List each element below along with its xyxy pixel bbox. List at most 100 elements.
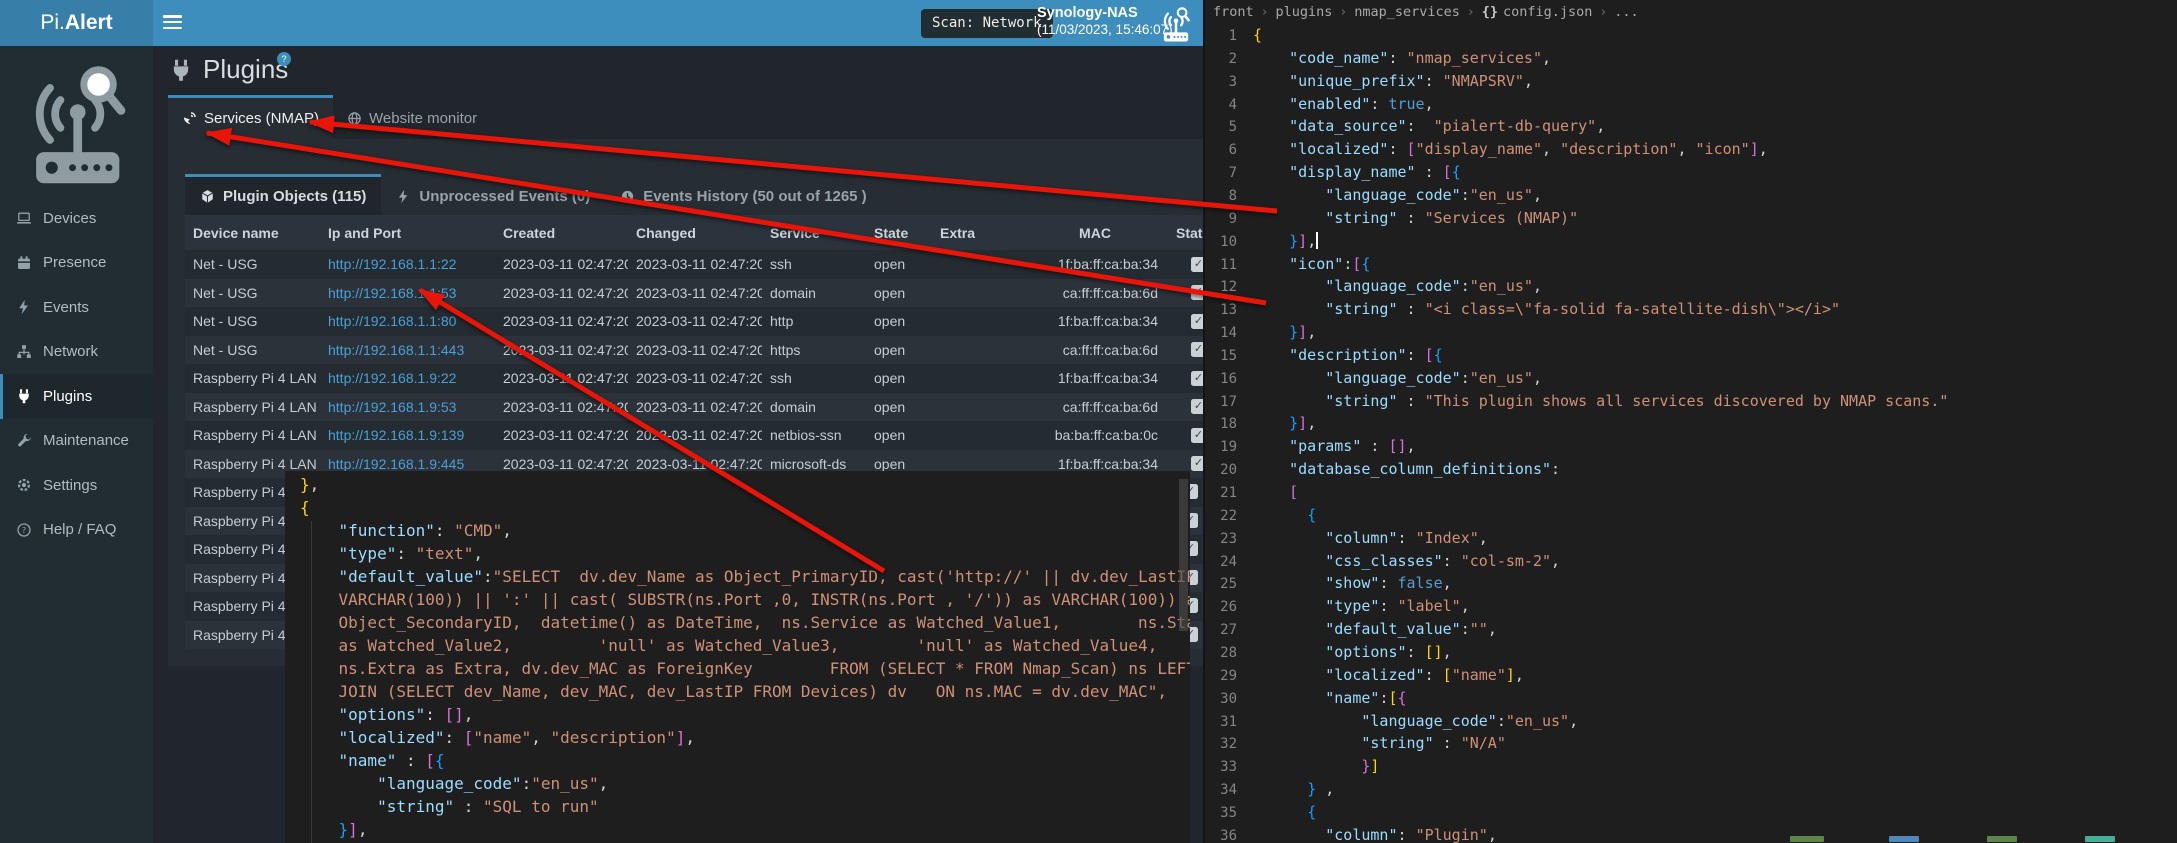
column-header-state[interactable]: State bbox=[866, 215, 932, 250]
sidebar-item-devices[interactable]: Devices bbox=[0, 196, 153, 241]
code-line: "language_code":"en_us", bbox=[300, 772, 1190, 795]
config-code-overlay: },{ "function": "CMD", "type": "text", "… bbox=[285, 471, 1190, 843]
code-line: 3 "unique_prefix": "NMAPSRV", bbox=[1205, 70, 2177, 93]
code-line: 11 "icon":[{ bbox=[1205, 253, 2177, 276]
table-row[interactable]: Net - USGhttp://192.168.1.1:532023-03-11… bbox=[185, 279, 1205, 308]
device-info: Synology-NAS (11/03/2023, 15:46:07) bbox=[1037, 5, 1173, 38]
tab-services-nmap[interactable]: Services (NMAP) bbox=[168, 95, 333, 139]
cell-service: domain bbox=[762, 393, 866, 422]
cell-mac: ba:ba:ff:ca:ba:0c bbox=[1022, 421, 1168, 450]
ip-port-link[interactable]: http://192.168.1.9:139 bbox=[328, 427, 464, 443]
code-line: 20 "database_column_definitions": bbox=[1205, 458, 2177, 481]
breadcrumb-item[interactable]: front bbox=[1213, 4, 1254, 20]
ip-port-link[interactable]: http://192.168.1.1:443 bbox=[328, 342, 464, 358]
cell-state: open bbox=[866, 421, 932, 450]
table-row[interactable]: Raspberry Pi 4 LANhttp://192.168.1.9:532… bbox=[185, 393, 1205, 422]
code-line: 27 "default_value":"", bbox=[1205, 618, 2177, 641]
line-number: 1 bbox=[1205, 25, 1253, 48]
column-header-extra[interactable]: Extra bbox=[932, 215, 1022, 250]
code-line: 17 "string" : "This plugin shows all ser… bbox=[1205, 390, 2177, 413]
code-line: Object_SecondaryID, datetime() as DateTi… bbox=[300, 611, 1190, 634]
column-header-status[interactable]: Status bbox=[1168, 215, 1205, 250]
cell-created: 2023-03-11 02:47:20 bbox=[495, 421, 628, 450]
sidebar-item-presence[interactable]: Presence bbox=[0, 241, 153, 286]
line-number: 19 bbox=[1205, 436, 1253, 459]
table-row[interactable]: Net - USGhttp://192.168.1.1:222023-03-11… bbox=[185, 250, 1205, 279]
line-number: 16 bbox=[1205, 368, 1253, 391]
cell-status: ✓ bbox=[1168, 250, 1205, 279]
page-title-text: Plugins bbox=[203, 54, 288, 85]
ip-port-link[interactable]: http://192.168.1.9:22 bbox=[328, 370, 456, 386]
clipped-line-fragment bbox=[1987, 836, 2017, 842]
overlay-scrollbar[interactable] bbox=[1179, 479, 1188, 631]
brand-logo[interactable]: Pi.Alert bbox=[0, 0, 153, 46]
line-number: 30 bbox=[1205, 688, 1253, 711]
cell-state: open bbox=[866, 250, 932, 279]
ip-port-link[interactable]: http://192.168.1.1:22 bbox=[328, 256, 456, 272]
sidebar-item-help-faq[interactable]: ?Help / FAQ bbox=[0, 508, 153, 553]
table-row[interactable]: Raspberry Pi 4 LANhttp://192.168.1.9:139… bbox=[185, 421, 1205, 450]
ip-port-link[interactable]: http://192.168.1.1:80 bbox=[328, 313, 456, 329]
table-row[interactable]: Net - USGhttp://192.168.1.1:802023-03-11… bbox=[185, 307, 1205, 336]
line-number: 32 bbox=[1205, 733, 1253, 756]
chevron-right-icon: › bbox=[1599, 5, 1607, 20]
table-row[interactable]: Net - USGhttp://192.168.1.1:4432023-03-1… bbox=[185, 336, 1205, 365]
hamburger-menu-icon[interactable] bbox=[163, 15, 182, 30]
breadcrumb-item[interactable]: nmap_services bbox=[1354, 4, 1460, 20]
breadcrumb-item[interactable]: {}config.json bbox=[1482, 4, 1593, 20]
chevron-right-icon: › bbox=[1339, 5, 1347, 20]
sidebar-item-plugins[interactable]: Plugins bbox=[0, 374, 153, 419]
table-row[interactable]: Raspberry Pi 4 LANhttp://192.168.1.9:222… bbox=[185, 364, 1205, 393]
cell-extra bbox=[932, 250, 1022, 279]
code-line: "default_value":"SELECT dv.dev_Name as O… bbox=[300, 565, 1190, 588]
column-header-ip-and-port[interactable]: Ip and Port bbox=[320, 215, 495, 250]
sitemap-icon bbox=[13, 344, 35, 360]
sidebar-item-settings[interactable]: Settings bbox=[0, 463, 153, 508]
help-badge[interactable]: ? bbox=[277, 52, 291, 66]
code-line: 9 "string" : "Services (NMAP)" bbox=[1205, 207, 2177, 230]
code-line: 15 "description": [{ bbox=[1205, 344, 2177, 367]
line-number: 31 bbox=[1205, 711, 1253, 734]
cell-created: 2023-03-11 02:47:20 bbox=[495, 279, 628, 308]
ip-port-link[interactable]: http://192.168.1.1:53 bbox=[328, 285, 456, 301]
pialert-mini-logo-icon[interactable] bbox=[1160, 4, 1191, 42]
tab-website-monitor[interactable]: Website monitor bbox=[333, 95, 491, 139]
sidebar-item-maintenance[interactable]: Maintenance bbox=[0, 419, 153, 464]
cell-ip-port: http://192.168.1.9:53 bbox=[320, 393, 495, 422]
ip-port-link[interactable]: http://192.168.1.9:53 bbox=[328, 399, 456, 415]
code-line: 35 { bbox=[1205, 801, 2177, 824]
column-header-created[interactable]: Created bbox=[495, 215, 628, 250]
code-line: VARCHAR(100)) || ':' || cast( SUBSTR(ns.… bbox=[300, 588, 1190, 611]
cell-extra bbox=[932, 307, 1022, 336]
subtab-plugin-objects-115[interactable]: Plugin Objects (115) bbox=[185, 174, 381, 215]
cell-created: 2023-03-11 02:47:20 bbox=[495, 336, 628, 365]
ip-port-link[interactable]: http://192.168.1.9:445 bbox=[328, 456, 464, 472]
column-header-service[interactable]: Service bbox=[762, 215, 866, 250]
tab-label: Plugin Objects (115) bbox=[223, 188, 366, 205]
wrench-icon bbox=[13, 433, 35, 449]
cell-status: ✓ bbox=[1168, 393, 1205, 422]
breadcrumb-item[interactable]: plugins bbox=[1275, 4, 1332, 20]
tab-label: Website monitor bbox=[369, 110, 477, 127]
sidebar-item-label: Events bbox=[43, 299, 89, 316]
sidebar-item-network[interactable]: Network bbox=[0, 330, 153, 375]
clipped-line-fragment bbox=[1889, 836, 1919, 842]
code-line: JOIN (SELECT dev_Name, dev_MAC, dev_Last… bbox=[300, 680, 1190, 703]
sidebar-item-label: Maintenance bbox=[43, 432, 129, 449]
subtab-events-history-50-out-of-1265[interactable]: Events History (50 out of 1265 ) bbox=[605, 174, 881, 215]
code-line: }], bbox=[300, 818, 1190, 841]
panel-divider bbox=[1203, 0, 1205, 843]
subtab-unprocessed-events-0[interactable]: Unprocessed Events (0) bbox=[381, 174, 605, 215]
device-name: Synology-NAS bbox=[1037, 5, 1173, 22]
json-file-icon: {} bbox=[1482, 4, 1498, 20]
column-header-changed[interactable]: Changed bbox=[628, 215, 762, 250]
column-header-device-name[interactable]: Device name bbox=[185, 215, 320, 250]
cell-device-name: Net - USG bbox=[185, 307, 320, 336]
cell-status: ✓ bbox=[1168, 307, 1205, 336]
code-line: 23 "column": "Index", bbox=[1205, 527, 2177, 550]
breadcrumb-item[interactable]: ... bbox=[1614, 4, 1638, 20]
code-editor-panel: front›plugins›nmap_services›{}config.jso… bbox=[1205, 0, 2177, 843]
code-line: 4 "enabled": true, bbox=[1205, 93, 2177, 116]
sidebar-item-events[interactable]: Events bbox=[0, 285, 153, 330]
column-header-mac[interactable]: MAC bbox=[1022, 215, 1168, 250]
